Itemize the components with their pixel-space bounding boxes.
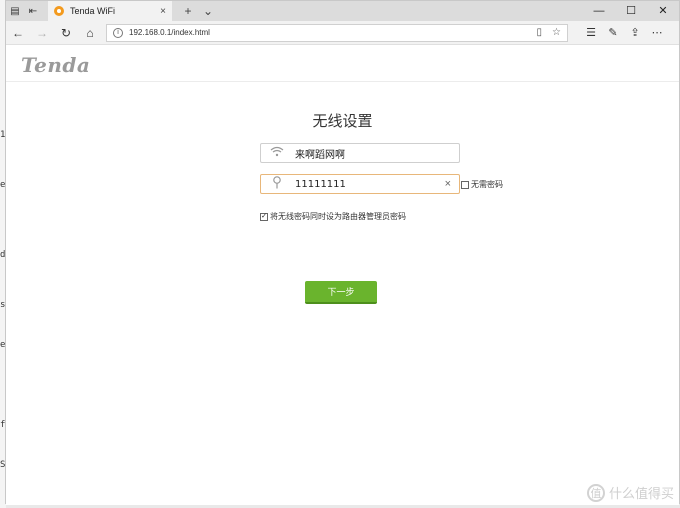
wifi-icon — [269, 146, 285, 160]
set-aside-tabs-icon[interactable]: ⇤ — [24, 1, 42, 21]
ssid-field-wrapper — [260, 143, 460, 163]
admin-password-checkbox-box[interactable]: ✓ — [260, 212, 268, 221]
brand-header: Tenda — [6, 46, 679, 82]
title-bar: ▤ ⇤ Tenda WiFi × + ⌄ — ☐ ✕ — [6, 1, 679, 21]
clear-icon[interactable]: × — [445, 178, 451, 190]
no-password-checkbox[interactable]: 无需密码 — [461, 179, 503, 190]
close-window-button[interactable]: ✕ — [647, 1, 679, 21]
password-input[interactable] — [295, 178, 445, 190]
tab-close-icon[interactable]: × — [160, 6, 166, 17]
minimize-button[interactable]: — — [583, 1, 615, 21]
page-title: 无线设置 — [312, 113, 373, 130]
browser-window: ▤ ⇤ Tenda WiFi × + ⌄ — ☐ ✕ ← → ↻ ⌂ i 192… — [5, 0, 680, 505]
tab-tenda-wifi[interactable]: Tenda WiFi × — [48, 1, 172, 21]
tenda-favicon-icon — [54, 6, 64, 16]
page-content: Tenda 无线设置 × 无需密码 ✓ 将无线密码同时设为路由器管理员密码 下一… — [6, 46, 679, 505]
watermark-logo-icon: 值 — [586, 483, 605, 502]
site-info-icon[interactable]: i — [113, 27, 123, 38]
password-field-wrapper: × — [260, 174, 460, 194]
no-password-checkbox-box[interactable] — [461, 180, 469, 189]
no-password-label: 无需密码 — [471, 180, 503, 189]
tenda-logo: Tenda — [21, 53, 91, 77]
favorite-star-icon[interactable]: ☆ — [552, 27, 561, 38]
next-step-button[interactable]: 下一步 — [305, 281, 377, 304]
forward-arrow-icon[interactable]: → — [30, 26, 54, 40]
new-tab-icon[interactable]: + — [178, 4, 198, 18]
address-url[interactable]: 192.168.0.1/index.html — [129, 28, 527, 37]
reading-view-icon[interactable]: ▯ — [537, 27, 543, 38]
home-icon[interactable]: ⌂ — [78, 26, 102, 40]
favorites-list-icon[interactable]: ☰ — [580, 26, 602, 39]
more-menu-icon[interactable]: ⋯ — [646, 26, 668, 39]
tab-title: Tenda WiFi — [70, 6, 116, 16]
pen-icon[interactable]: ✎ — [602, 26, 624, 39]
tab-preview-icon[interactable]: ▤ — [6, 1, 24, 21]
admin-password-label: 将无线密码同时设为路由器管理员密码 — [270, 212, 406, 221]
key-icon — [269, 176, 285, 192]
ssid-input[interactable] — [295, 147, 451, 159]
watermark: 值 什么值得买 — [586, 483, 674, 502]
address-bar[interactable]: i 192.168.0.1/index.html ▯ ☆ — [106, 23, 568, 42]
share-icon[interactable]: ⇪ — [624, 26, 646, 39]
maximize-button[interactable]: ☐ — [615, 1, 647, 21]
admin-password-checkbox[interactable]: ✓ 将无线密码同时设为路由器管理员密码 — [260, 211, 406, 222]
refresh-icon[interactable]: ↻ — [54, 26, 78, 40]
watermark-text: 什么值得买 — [608, 486, 674, 501]
tab-list-chevron-icon[interactable]: ⌄ — [198, 4, 218, 18]
back-arrow-icon[interactable]: ← — [6, 26, 30, 40]
navigation-bar: ← → ↻ ⌂ i 192.168.0.1/index.html ▯ ☆ ☰ ✎… — [6, 21, 679, 45]
